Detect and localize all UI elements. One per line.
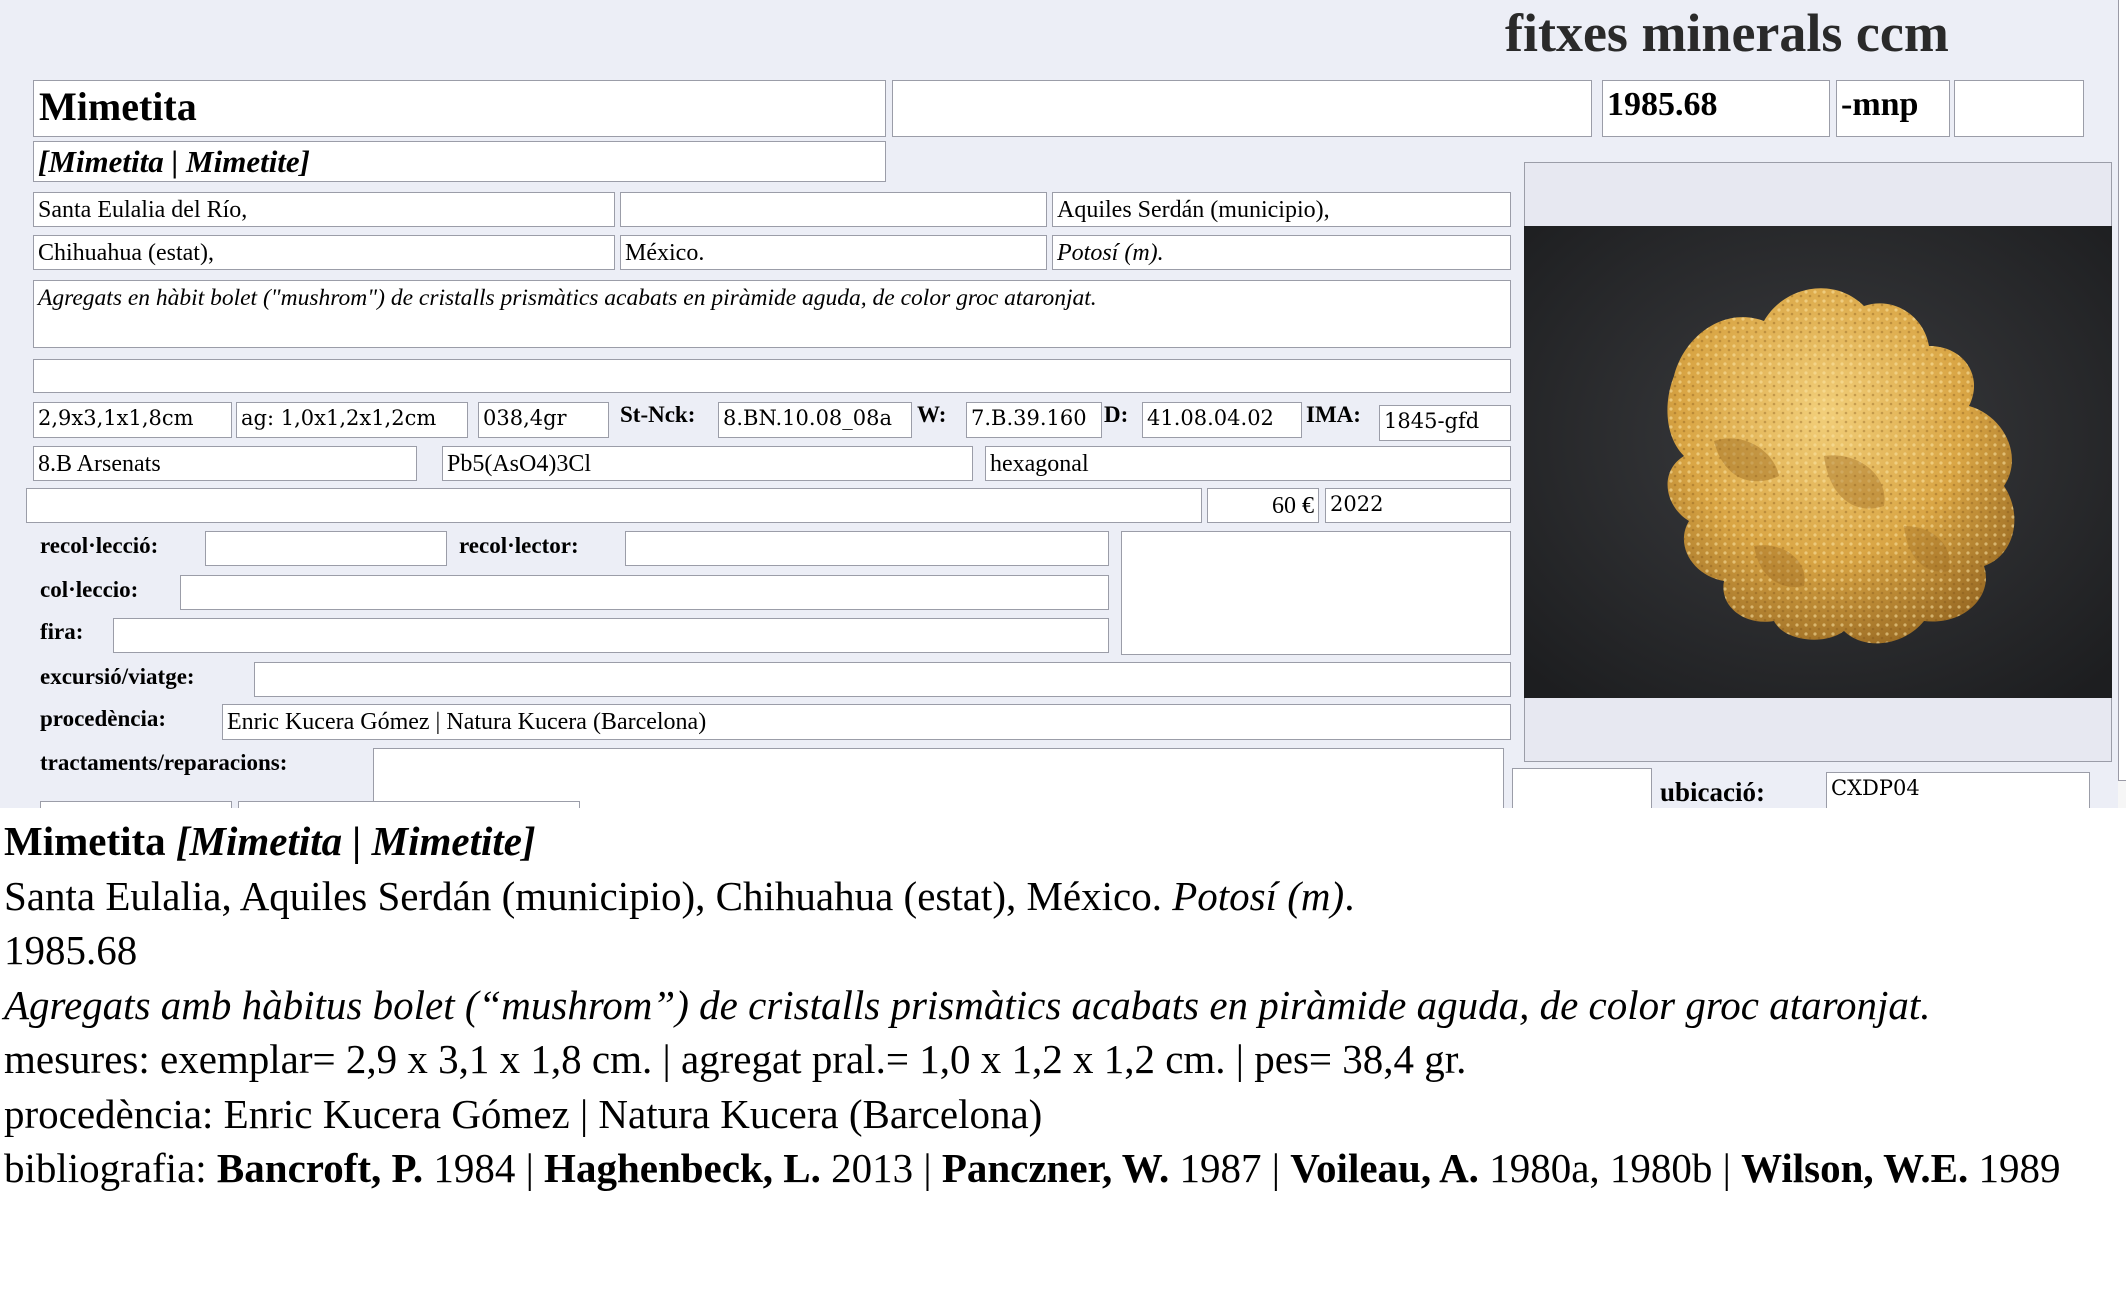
locality-field-6[interactable]: Potosí (m). [1052, 235, 1511, 270]
summary-procedencia: procedència: Enric Kucera Gómez | Natura… [4, 1090, 1043, 1137]
ubicacio-small-field[interactable] [1512, 768, 1652, 808]
recoleccio-field[interactable] [205, 531, 447, 566]
locality-field-3[interactable]: Aquiles Serdán (municipio), [1052, 192, 1511, 227]
ref-year: 1989 [1968, 1145, 2061, 1191]
procedencia-field[interactable]: Enric Kucera Gómez | Natura Kucera (Barc… [222, 704, 1511, 740]
summary-bibliography: bibliografia: Bancroft, P. 1984 | Haghen… [4, 1141, 2122, 1196]
mineral-record-form: fitxes minerals ccm Mimetita 1985.68 -mn… [0, 0, 2126, 808]
summary-locality-text: Santa Eulalia, Aquiles Serdán (municipio… [4, 872, 1162, 919]
catalog-number-field[interactable]: 1985.68 [1602, 80, 1830, 137]
strunz-label: St-Nck: [620, 402, 696, 427]
mineral-name-field[interactable]: Mimetita [33, 80, 886, 137]
record-summary: Mimetita [Mimetita | Mimetite] Santa Eul… [4, 814, 2122, 1196]
colleccio-label: col·leccio: [40, 577, 139, 602]
scrollbar-corner[interactable] [2118, 780, 2126, 808]
w-field[interactable]: 7.B.39.160 [966, 402, 1102, 438]
summary-title: Mimetita [Mimetita | Mimetite] [4, 814, 2122, 869]
dimensions-field[interactable]: 2,9x3,1x1,8cm [33, 402, 232, 438]
wide-empty-field[interactable] [26, 488, 1202, 523]
summary-locality-end: . [1344, 872, 1355, 919]
side-box-field[interactable] [1121, 531, 1511, 655]
ref-year: 1984 | [423, 1145, 545, 1191]
ref-author: Panczner, W. [941, 1145, 1170, 1191]
ref-author: Bancroft, P. [216, 1145, 424, 1191]
crystal-system-field[interactable]: hexagonal [985, 446, 1511, 481]
weight-field[interactable]: 038,4gr [478, 402, 609, 438]
summary-locality-italic: Potosí (m) [1172, 872, 1345, 919]
strunz-field[interactable]: 8.BN.10.08_08a [718, 402, 912, 438]
d-field[interactable]: 41.08.04.02 [1142, 402, 1302, 438]
recolector-label: recol·lector: [459, 533, 579, 558]
recoleccio-label: recol·lecció: [40, 533, 159, 558]
w-label: W: [917, 402, 947, 427]
cut-off-field [40, 801, 232, 808]
summary-name: Mimetita [4, 818, 166, 864]
excursio-label: excursió/viatge: [40, 664, 195, 689]
fira-field[interactable] [113, 618, 1109, 653]
formula-field[interactable]: Pb5(AsO4)3Cl [442, 446, 973, 481]
ref-year: 2013 | [820, 1145, 942, 1191]
d-label: D: [1104, 402, 1129, 427]
procedencia-label: procedència: [40, 706, 167, 731]
ubicacio-label: ubicació: [1660, 777, 1765, 807]
suffix-field[interactable]: -mnp [1836, 80, 1950, 137]
locality-field-2[interactable] [620, 192, 1047, 227]
excursio-field[interactable] [254, 662, 1511, 697]
tractaments-label: tractaments/reparacions: [40, 750, 288, 775]
locality-field-1[interactable]: Santa Eulalia del Río, [33, 192, 615, 227]
secondary-name-field[interactable] [892, 80, 1592, 137]
description-field[interactable]: Agregats en hàbit bolet ("mushrom") de c… [33, 280, 1511, 348]
ref-year: 1980a, 1980b | [1478, 1145, 1742, 1191]
colleccio-field[interactable] [180, 575, 1109, 610]
year-field[interactable]: 2022 [1325, 488, 1511, 523]
summary-number: 1985.68 [4, 927, 138, 973]
app-title: fitxes minerals ccm [1505, 3, 1949, 63]
ima-label: IMA: [1306, 402, 1361, 427]
ubicacio-field[interactable]: CXDP04 [1826, 772, 2090, 808]
recolector-field[interactable] [625, 531, 1109, 566]
summary-measures: mesures: exemplar= 2,9 x 3,1 x 1,8 cm. |… [4, 1036, 1467, 1082]
locality-field-4[interactable]: Chihuahua (estat), [33, 235, 615, 270]
scrollbar[interactable] [2118, 0, 2126, 808]
class-field[interactable]: 8.B Arsenats [33, 446, 417, 481]
summary-locality: Santa Eulalia, Aquiles Serdán (municipio… [4, 869, 2122, 924]
ref-author: Voileau, A. [1290, 1145, 1479, 1191]
mineral-photo[interactable] [1524, 226, 2112, 698]
ref-year: 1987 | [1169, 1145, 1291, 1191]
tractaments-field[interactable] [373, 748, 1504, 808]
summary-synonyms: [Mimetita | Mimetite] [175, 818, 536, 864]
aggregate-field[interactable]: ag: 1,0x1,2x1,2cm [236, 402, 468, 438]
extra-field[interactable] [1954, 80, 2084, 137]
cut-off-field [238, 801, 580, 808]
synonyms-field[interactable]: [Mimetita | Mimetite] [33, 141, 886, 182]
bibliography-label: bibliografia: [4, 1145, 217, 1191]
notes-field[interactable] [33, 359, 1511, 393]
summary-description: Agregats amb hàbitus bolet (“mushrom”) d… [4, 981, 1931, 1028]
price-field[interactable]: 60 € [1207, 488, 1319, 523]
ref-author: Haghenbeck, L. [544, 1145, 821, 1191]
ima-field[interactable]: 1845-gfd [1379, 405, 1511, 441]
ref-author: Wilson, W.E. [1741, 1145, 1969, 1191]
locality-field-5[interactable]: México. [620, 235, 1047, 270]
fira-label: fira: [40, 619, 84, 644]
